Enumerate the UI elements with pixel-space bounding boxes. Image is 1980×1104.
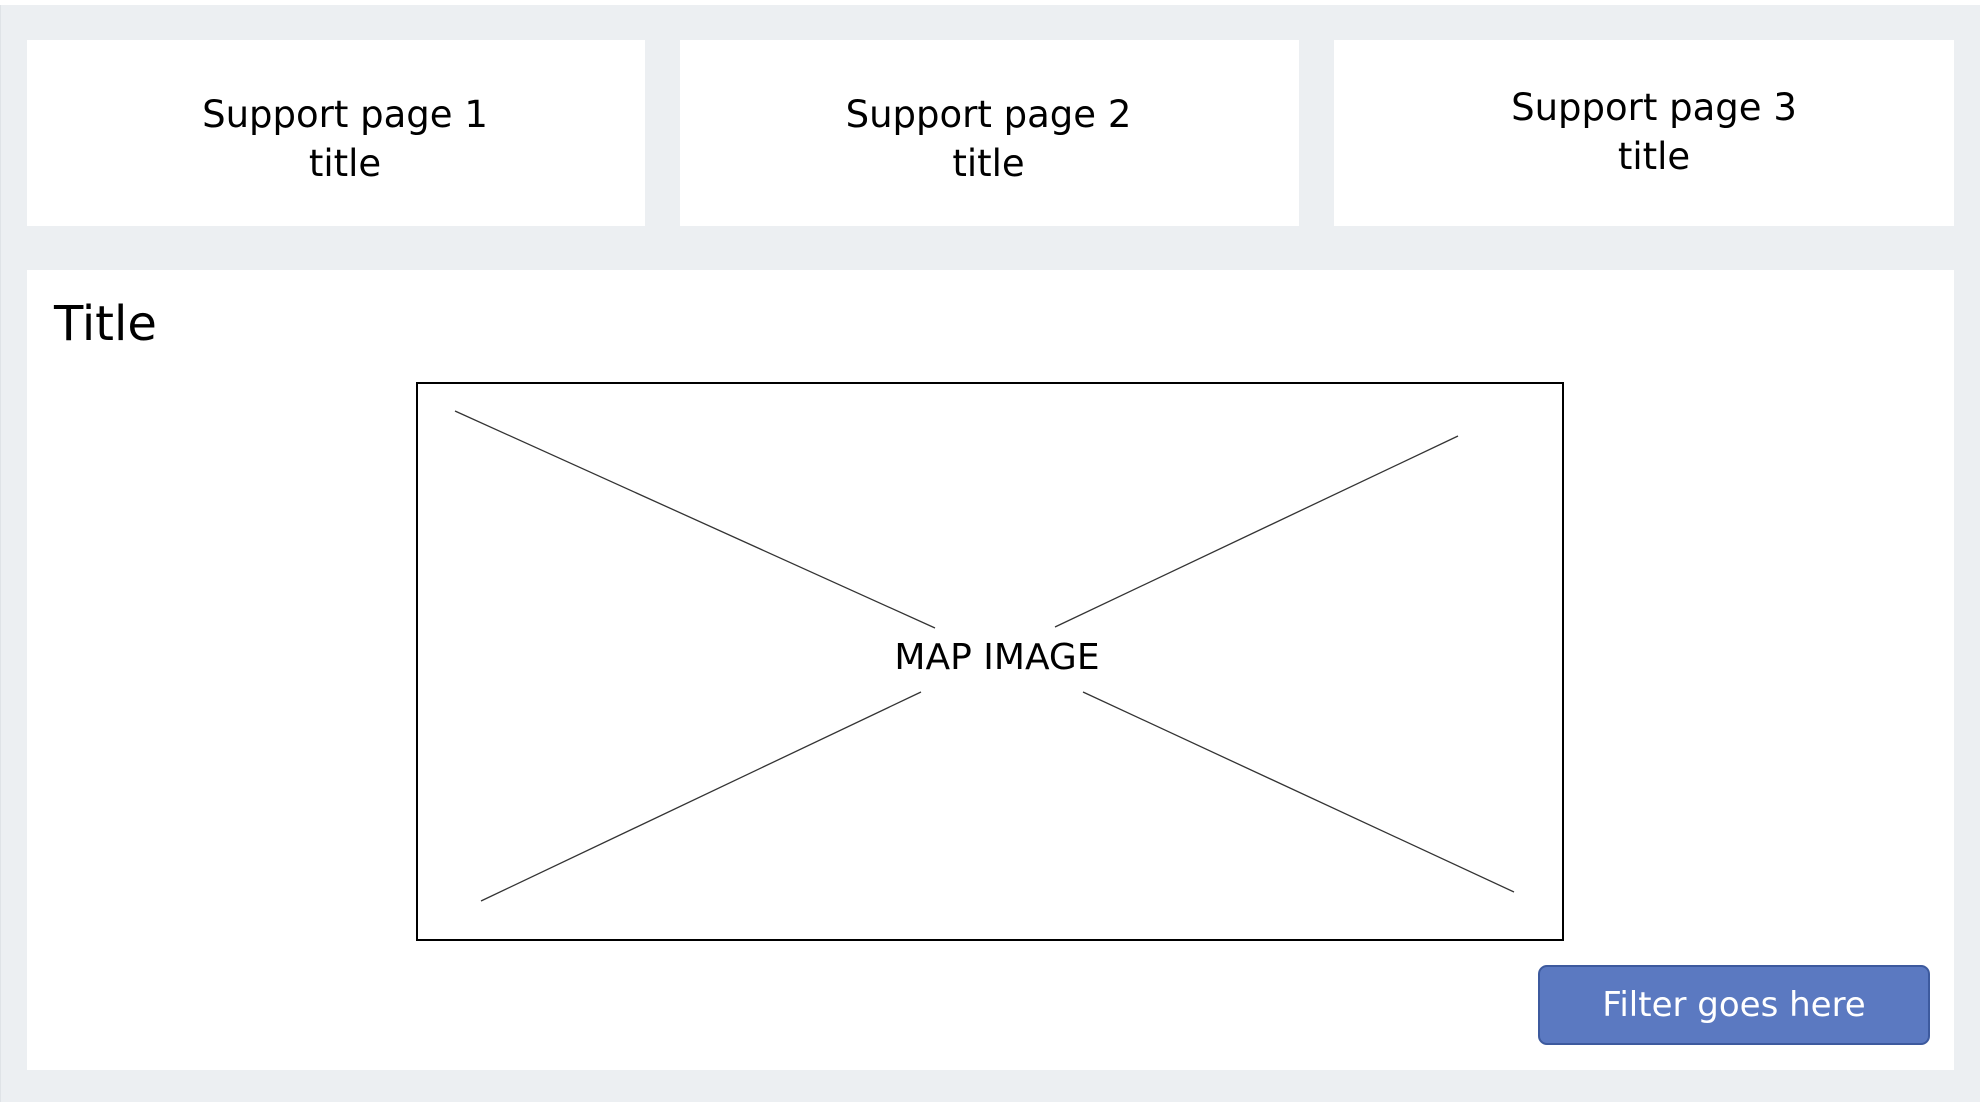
map-image-label: MAP IMAGE bbox=[894, 637, 1100, 678]
support-page-1-title: Support page 1 title bbox=[202, 93, 488, 185]
filter-button[interactable]: Filter goes here bbox=[1538, 965, 1930, 1045]
main-panel: Title MAP IMAGE Filter goes here bbox=[27, 270, 1954, 1070]
support-page-2-card[interactable]: Support page 2 title bbox=[680, 40, 1299, 226]
page-title: Title bbox=[54, 296, 157, 352]
support-page-2-title: Support page 2 title bbox=[845, 93, 1132, 185]
map-image-placeholder: MAP IMAGE bbox=[416, 382, 1564, 941]
support-page-1-card[interactable]: Support page 1 title bbox=[27, 40, 645, 226]
support-page-3-card[interactable]: Support page 3 title bbox=[1334, 40, 1954, 226]
page-background: Support page 1 title Support page 2 titl… bbox=[0, 5, 1980, 1102]
support-page-3-title: Support page 3 title bbox=[1511, 86, 1797, 178]
